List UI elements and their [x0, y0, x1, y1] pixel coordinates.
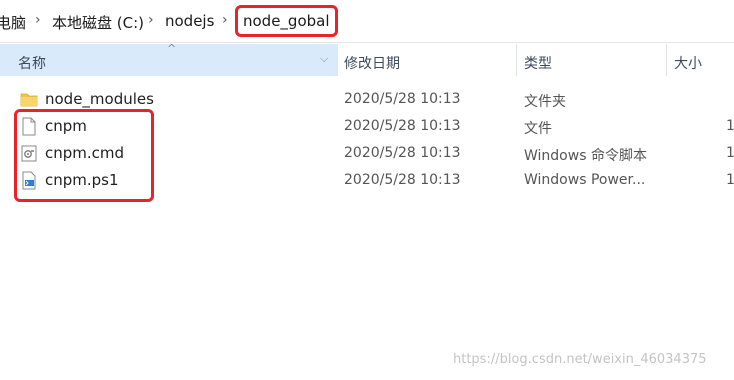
breadcrumb-separator-icon[interactable]: ›: [222, 12, 228, 28]
file-date: 2020/5/28 10:13: [344, 172, 461, 188]
breadcrumb-this-pc[interactable]: 电脑: [0, 12, 26, 33]
column-header-date[interactable]: 修改日期: [344, 53, 400, 73]
file-type: 文件: [524, 121, 552, 137]
breadcrumb-current-highlight: node_gobal: [235, 5, 338, 37]
file-type: Windows 命令脚本: [524, 148, 647, 164]
address-bar[interactable]: 电脑 › 本地磁盘 (C:) › nodejs › node_gobal: [0, 0, 734, 43]
file-size: 1: [726, 118, 734, 134]
breadcrumb-node-gobal[interactable]: node_gobal: [243, 12, 330, 30]
column-header-name-label[interactable]: 名称: [18, 53, 46, 73]
file-size: 1: [726, 172, 734, 188]
file-date: 2020/5/28 10:13: [344, 118, 461, 134]
column-header-type[interactable]: 类型: [524, 53, 552, 73]
file-name[interactable]: node_modules: [45, 90, 154, 108]
column-header-row: ^ 名称 ⌵ 修改日期 类型 大小: [0, 42, 734, 76]
annotation-highlight-box: [14, 109, 154, 202]
sort-ascending-icon: ^: [167, 42, 177, 55]
chevron-down-icon[interactable]: ⌵: [320, 52, 328, 66]
breadcrumb-local-disk[interactable]: 本地磁盘 (C:): [52, 12, 144, 33]
folder-icon: [20, 93, 38, 107]
file-size: 1: [726, 145, 734, 161]
file-date: 2020/5/28 10:13: [344, 91, 461, 107]
file-type: 文件夹: [524, 94, 566, 110]
breadcrumb-nodejs[interactable]: nodejs: [165, 12, 214, 30]
file-date: 2020/5/28 10:13: [344, 145, 461, 161]
file-type: Windows Power...: [524, 172, 646, 188]
column-header-size[interactable]: 大小: [674, 53, 702, 73]
column-divider[interactable]: [666, 44, 667, 76]
column-divider[interactable]: [337, 44, 338, 76]
watermark: https://blog.csdn.net/weixin_46034375: [453, 352, 707, 367]
breadcrumb-separator-icon[interactable]: ›: [148, 12, 154, 28]
breadcrumb-separator-icon[interactable]: ›: [35, 12, 41, 28]
column-divider[interactable]: [516, 44, 517, 76]
